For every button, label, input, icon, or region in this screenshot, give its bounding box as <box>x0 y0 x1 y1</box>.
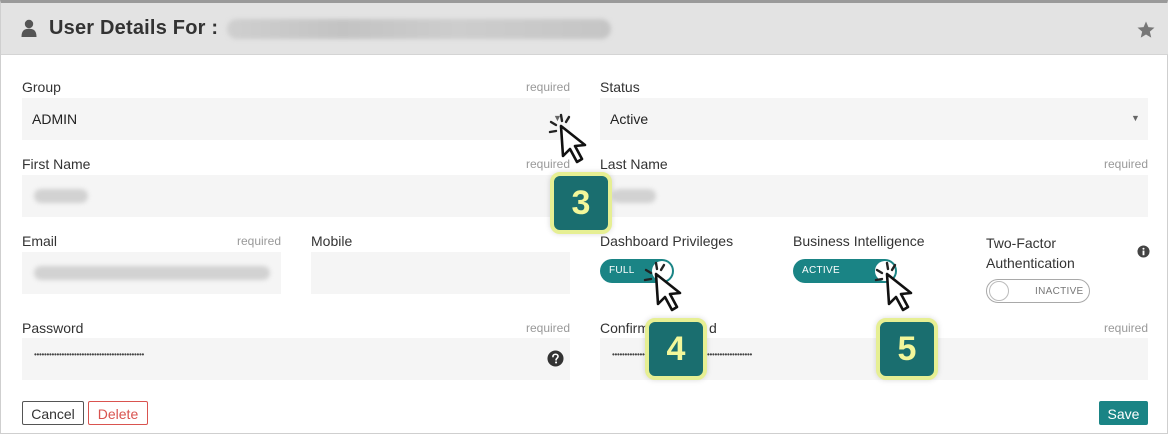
confirm-label-tail: d <box>709 320 717 336</box>
password-required: required <box>525 321 570 335</box>
group-value: ADMIN <box>32 111 78 127</box>
password-input[interactable] <box>22 338 570 380</box>
delete-button[interactable]: Delete <box>88 401 148 425</box>
status-select[interactable]: Active <box>600 98 1148 140</box>
step-badge-5: 5 <box>876 318 938 380</box>
step-badge-3: 3 <box>550 172 612 234</box>
step-badge-4: 4 <box>645 318 707 380</box>
group-required: required <box>525 80 570 94</box>
two-factor-label-line2: Authentication <box>986 255 1075 271</box>
business-intelligence-label: Business Intelligence <box>793 233 925 249</box>
two-factor-label-line1: Two-Factor <box>986 235 1057 251</box>
redacted-first-name <box>34 189 88 203</box>
redacted-last-name <box>612 189 656 203</box>
dashboard-privileges-label: Dashboard Privileges <box>600 233 734 249</box>
page-title: User Details For : <box>49 17 219 39</box>
last-name-label: Last Name <box>600 156 668 172</box>
toggle-knob <box>989 281 1009 301</box>
save-button[interactable]: Save <box>1099 401 1148 425</box>
cursor-click-icon <box>643 261 682 312</box>
status-label: Status <box>600 79 640 95</box>
confirm-label-visible: Confirm <box>600 320 650 336</box>
modal-header: User Details For : <box>1 3 1168 55</box>
confirm-password-required: required <box>1103 321 1148 335</box>
help-icon[interactable] <box>547 350 564 367</box>
cursor-click-icon <box>874 261 913 312</box>
status-value: Active <box>610 111 649 127</box>
info-icon[interactable] <box>1137 245 1150 258</box>
email-label: Email <box>22 233 58 249</box>
two-factor-state: INACTIVE <box>1035 286 1084 297</box>
cancel-button[interactable]: Cancel <box>22 401 84 425</box>
password-label: Password <box>22 320 84 336</box>
first-name-input[interactable] <box>22 175 570 217</box>
user-icon <box>21 19 37 37</box>
mobile-label: Mobile <box>311 233 353 249</box>
email-required: required <box>236 234 281 248</box>
last-name-required: required <box>1103 157 1148 171</box>
redacted-email-value <box>34 266 270 280</box>
dashboard-privileges-state: FULL <box>609 265 635 276</box>
group-select[interactable]: ADMIN <box>22 98 570 140</box>
confirm-password-label: Confirm <box>600 320 649 336</box>
mobile-input[interactable] <box>311 252 570 294</box>
group-label: Group <box>22 79 61 95</box>
password-value: ••••••••••••••••••••••••••••••••••••••••… <box>34 350 145 359</box>
last-name-input[interactable] <box>600 175 1148 217</box>
star-icon[interactable] <box>1136 20 1156 40</box>
first-name-label: First Name <box>22 156 91 172</box>
business-intelligence-state: ACTIVE <box>802 265 840 276</box>
two-factor-label: Two-Factor Authentication <box>986 233 1075 273</box>
cursor-click-icon <box>548 113 587 164</box>
status-caret-icon: ▼ <box>1131 113 1140 123</box>
two-factor-toggle[interactable]: INACTIVE <box>986 279 1090 303</box>
redacted-email <box>227 19 611 39</box>
